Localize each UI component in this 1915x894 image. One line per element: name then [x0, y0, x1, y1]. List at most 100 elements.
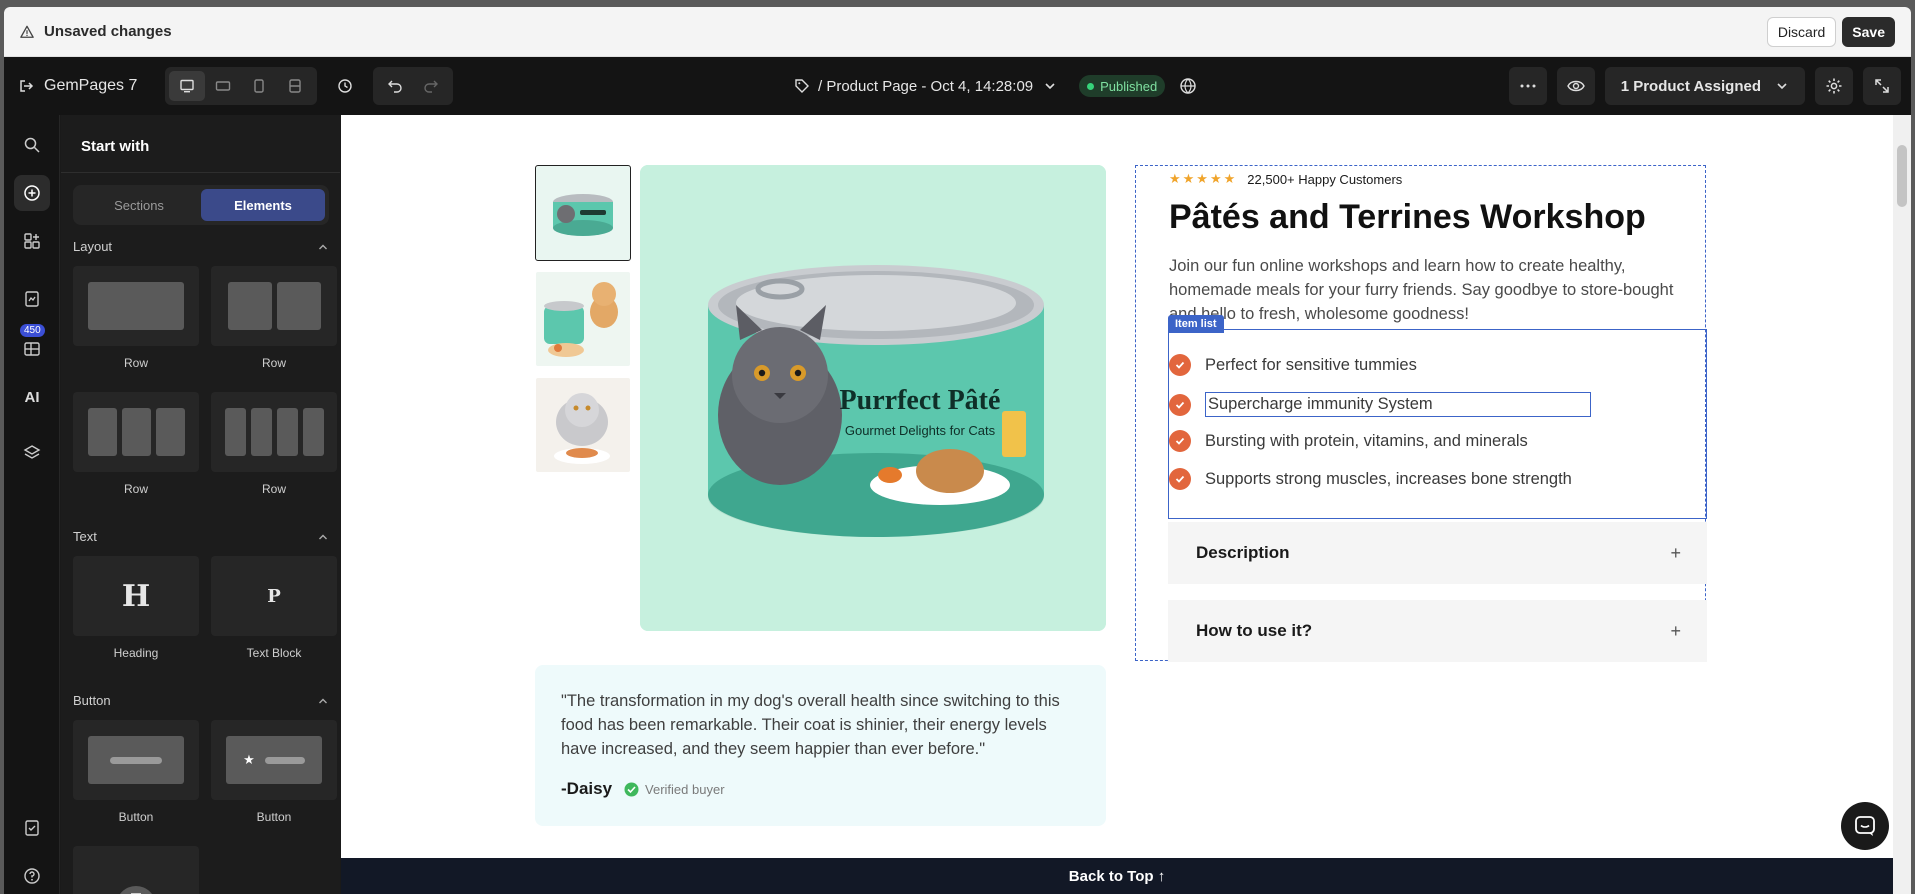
search-icon[interactable] — [14, 127, 50, 163]
text-section-header[interactable]: Text — [73, 529, 329, 544]
list-item[interactable]: Bursting with protein, vitamins, and min… — [1169, 430, 1528, 452]
row-4-column-tile[interactable]: Row — [211, 392, 337, 496]
settings-button[interactable] — [1815, 67, 1853, 105]
layout-section-header[interactable]: Layout — [73, 239, 329, 254]
checkmark-icon — [1169, 430, 1191, 452]
checkmark-icon — [1169, 393, 1191, 416]
product-thumbnail-3[interactable] — [536, 378, 630, 472]
apps-icon[interactable] — [14, 223, 50, 259]
testimonial-quote: "The transformation in my dog's overall … — [561, 692, 1060, 758]
elements-panel: Start with Sections Elements Layout Row … — [61, 115, 340, 894]
row-1-column-tile[interactable]: Row — [73, 266, 199, 370]
layout-view-icon[interactable] — [277, 71, 313, 101]
add-element-icon[interactable] — [14, 175, 50, 211]
eye-icon — [1566, 80, 1585, 92]
panel-title: Start with — [81, 138, 150, 155]
plus-icon: + — [1670, 542, 1681, 563]
checkmark-icon — [1169, 468, 1191, 490]
back-to-top-bar[interactable]: Back to Top ↑ — [341, 858, 1893, 894]
ai-icon[interactable]: AI — [14, 379, 50, 415]
tab-sections[interactable]: Sections — [77, 189, 201, 221]
testimonial-author: -Daisy — [561, 779, 613, 798]
library-icon[interactable] — [14, 331, 50, 367]
editor-toolbar: GemPages 7 / Product Page - Oct 4, 14:28… — [4, 57, 1911, 115]
scrollbar-thumb[interactable] — [1897, 145, 1907, 207]
page-title: / Product Page - Oct 4, 14:28:09 — [818, 77, 1034, 95]
product-description[interactable]: Join our fun online workshops and learn … — [1169, 254, 1694, 326]
fullscreen-button[interactable] — [1863, 67, 1901, 105]
history-icon[interactable] — [327, 71, 363, 101]
testimonial-card[interactable]: "The transformation in my dog's overall … — [535, 665, 1106, 826]
more-options-button[interactable] — [1508, 67, 1547, 105]
tab-elements[interactable]: Elements — [201, 189, 325, 221]
editing-text-field[interactable]: Supercharge immunity System — [1205, 392, 1591, 417]
back-to-top-tile[interactable] — [73, 846, 199, 894]
preview-button[interactable] — [1556, 67, 1595, 105]
chat-widget-button[interactable] — [1841, 802, 1889, 850]
item-list[interactable]: Perfect for sensitive tummies Supercharg… — [1168, 329, 1707, 519]
layers-icon[interactable] — [14, 435, 50, 471]
chevron-down-icon — [1777, 83, 1787, 90]
tag-icon — [795, 79, 809, 93]
row-2-column-tile[interactable]: Row — [211, 266, 337, 370]
page-selector[interactable]: / Product Page - Oct 4, 14:28:09 Publish… — [794, 57, 1197, 115]
product-info-section[interactable]: ★★★★★ 22,500+ Happy Customers Pâtés and … — [1135, 165, 1707, 662]
button-section-header[interactable]: Button — [73, 693, 329, 708]
product-assigned-button[interactable]: 1 Product Assigned — [1604, 67, 1805, 105]
verified-buyer-label: Verified buyer — [645, 781, 725, 797]
save-button[interactable]: Save — [1842, 16, 1895, 47]
list-item[interactable]: Supercharge immunity System — [1169, 392, 1591, 417]
app-window: Unsaved changes Discard Save GemPages 7 … — [4, 7, 1911, 894]
discard-button[interactable]: Discard — [1766, 16, 1837, 47]
icon-button-tile[interactable]: ★ Button — [211, 720, 337, 824]
checklist-icon[interactable] — [14, 810, 50, 846]
help-icon[interactable] — [14, 858, 50, 894]
undo-icon[interactable] — [377, 71, 413, 101]
heading-tile[interactable]: H Heading — [73, 556, 199, 660]
exit-icon[interactable] — [18, 78, 34, 94]
unsaved-changes-label: Unsaved changes — [44, 23, 172, 40]
chevron-up-icon — [319, 534, 327, 539]
plus-icon: + — [1670, 620, 1681, 641]
row-3-column-tile[interactable]: Row — [73, 392, 199, 496]
rating-text: 22,500+ Happy Customers — [1247, 171, 1403, 187]
warning-icon — [20, 25, 34, 38]
star-icon: ★ — [243, 752, 255, 767]
list-item[interactable]: Perfect for sensitive tummies — [1169, 354, 1417, 376]
accordion-description[interactable]: Description + — [1168, 522, 1707, 584]
product-title[interactable]: Pâtés and Terrines Workshop — [1169, 198, 1646, 237]
chat-icon — [1855, 816, 1875, 836]
rating-row: ★★★★★ 22,500+ Happy Customers — [1169, 171, 1402, 187]
redo-icon[interactable] — [413, 71, 449, 101]
product-main-image[interactable]: Purrfect Pâté Gourmet Delights for Cats — [640, 165, 1106, 631]
list-item[interactable]: Supports strong muscles, increases bone … — [1169, 468, 1572, 490]
chevron-down-icon — [1045, 83, 1055, 90]
heading-icon: H — [121, 578, 151, 614]
expand-icon — [1875, 79, 1889, 93]
gear-icon — [1826, 78, 1842, 94]
accordion-how-to-use[interactable]: How to use it? + — [1168, 600, 1707, 662]
published-badge: Published — [1079, 75, 1166, 97]
can-sublabel: Gourmet Delights for Cats — [845, 423, 996, 438]
more-icon — [1520, 84, 1536, 88]
tablet-landscape-view-icon[interactable] — [205, 71, 241, 101]
brand-name: GemPages — [44, 77, 125, 94]
brand[interactable]: GemPages 7 — [18, 77, 137, 95]
product-thumbnail-1[interactable] — [535, 165, 631, 261]
chevron-up-icon — [319, 244, 327, 249]
testimonial-author-row: -Daisy Verified buyer — [561, 779, 725, 799]
desktop-view-icon[interactable] — [169, 71, 206, 101]
mobile-view-icon[interactable] — [241, 71, 277, 101]
panel-tabs: Sections Elements — [73, 185, 329, 225]
product-thumbnail-2[interactable] — [536, 272, 630, 366]
text-block-tile[interactable]: P Text Block — [211, 556, 337, 660]
globe-icon[interactable] — [1179, 77, 1197, 95]
button-tile[interactable]: Button — [73, 720, 199, 824]
toolbar-right: 1 Product Assigned — [1499, 57, 1901, 115]
chevron-up-icon — [319, 698, 327, 703]
canvas-scrollbar[interactable] — [1893, 115, 1911, 894]
brand-version: 7 — [128, 77, 138, 94]
paragraph-icon: P — [267, 585, 281, 607]
pages-icon[interactable] — [14, 281, 50, 317]
undo-redo-group — [373, 67, 454, 105]
